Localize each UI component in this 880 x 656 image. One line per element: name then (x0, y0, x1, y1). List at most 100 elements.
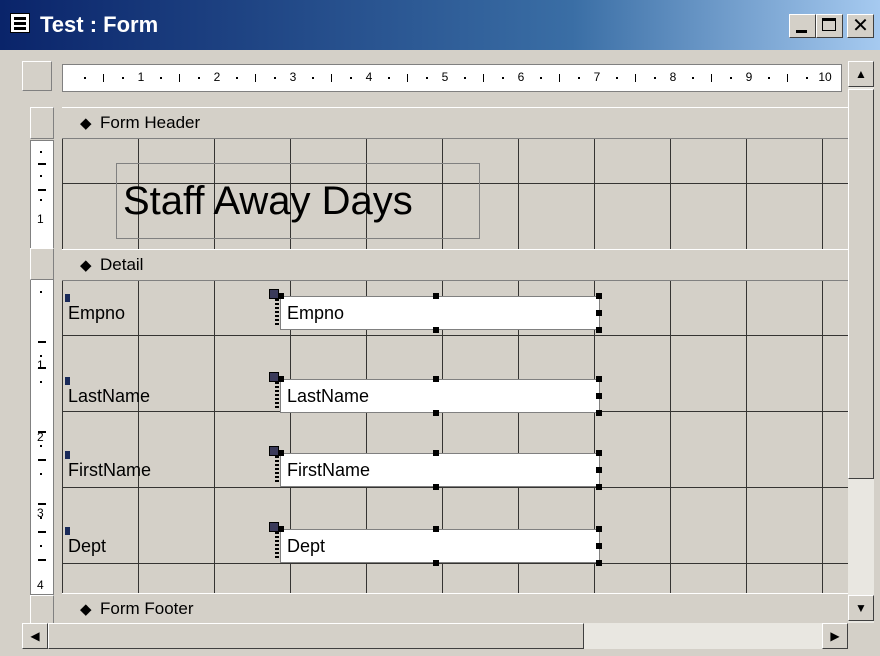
scroll-down-button[interactable]: ▼ (848, 595, 874, 621)
minimize-icon (796, 30, 807, 33)
field-label-text: Dept (68, 536, 107, 556)
ruler-tick (38, 559, 46, 561)
form-header-bar[interactable]: ◆ Form Header (62, 107, 848, 139)
field-label-text: LastName (68, 386, 151, 406)
dept-label[interactable]: Dept (65, 527, 107, 561)
ruler-tick (40, 291, 42, 293)
ruler-tick (616, 77, 618, 79)
ruler-number: 10 (818, 70, 832, 84)
lastname-textbox[interactable]: LastName (269, 372, 602, 416)
maximize-icon (822, 18, 836, 31)
ruler-number: 2 (37, 430, 44, 444)
ruler-tick (40, 545, 42, 547)
ruler-tick (40, 199, 42, 201)
ruler-tick (198, 77, 200, 79)
ruler-number: 5 (441, 70, 449, 84)
firstname-label[interactable]: FirstName (65, 451, 151, 485)
vertical-scrollbar[interactable]: ▲ ▼ (848, 61, 874, 623)
horizontal-ruler[interactable]: 1 2 3 4 5 6 7 8 9 10 (62, 64, 842, 92)
ruler-number: 4 (37, 578, 44, 592)
textbox-value: FirstName (287, 460, 371, 480)
detail-section-selector[interactable] (30, 248, 54, 280)
ruler-tick (635, 74, 636, 82)
ruler-tick (350, 77, 352, 79)
minimize-button[interactable] (789, 14, 816, 38)
ruler-tick (38, 503, 46, 505)
ruler-tick (578, 77, 580, 79)
ruler-tick (40, 473, 42, 475)
horizontal-scrollbar[interactable]: ◀ ▶ (22, 623, 848, 649)
firstname-textbox[interactable]: FirstName (269, 446, 602, 490)
ruler-tick (38, 459, 46, 461)
ruler-number: 1 (37, 212, 44, 226)
footer-section-selector[interactable] (30, 595, 54, 623)
vertical-scroll-thumb[interactable] (848, 89, 874, 479)
form-footer-bar[interactable]: ◆ Form Footer (62, 593, 848, 623)
window-title: Test : Form (40, 12, 159, 37)
ruler-tick (540, 77, 542, 79)
arrow-down-bar-icon: ◆ (80, 115, 92, 132)
ruler-number: 6 (517, 70, 525, 84)
design-surface[interactable]: ◆ Form Header Staff Away Days ◆ Detail Emp… (62, 107, 848, 623)
ruler-tick (40, 175, 42, 177)
ruler-tick (38, 189, 46, 191)
close-icon: ✕ (852, 13, 869, 37)
detail-label: Detail (100, 255, 144, 274)
ruler-tick (40, 381, 42, 383)
ruler-tick (692, 77, 694, 79)
ruler-tick (40, 445, 42, 447)
scroll-up-button[interactable]: ▲ (848, 61, 874, 87)
ruler-tick (331, 74, 332, 82)
size-grip (848, 623, 874, 649)
empno-textbox[interactable]: Empno (269, 289, 602, 333)
ruler-tick (236, 77, 238, 79)
maximize-button[interactable] (816, 14, 843, 38)
dept-textbox[interactable]: Dept (269, 522, 602, 566)
title-bar[interactable]: Test : Form ✕ (0, 0, 880, 50)
arrow-right-icon: ▶ (830, 629, 840, 643)
ruler-tick (787, 74, 788, 82)
textbox-value: Empno (287, 303, 345, 323)
ruler-tick (806, 77, 808, 79)
ruler-tick (730, 77, 732, 79)
horizontal-scroll-thumb[interactable] (48, 623, 584, 649)
scroll-left-button[interactable]: ◀ (22, 623, 48, 649)
ruler-number: 7 (593, 70, 601, 84)
ruler-number: 4 (365, 70, 373, 84)
ruler-tick (38, 341, 46, 343)
scroll-right-button[interactable]: ▶ (822, 623, 848, 649)
ruler-tick (40, 355, 42, 357)
ruler-tick (160, 77, 162, 79)
ruler-tick (312, 77, 314, 79)
ruler-tick (559, 74, 560, 82)
arrow-up-icon: ▲ (855, 67, 867, 81)
form-selector[interactable] (22, 61, 52, 91)
ruler-tick (84, 77, 86, 79)
header-section-selector[interactable] (30, 107, 54, 139)
ruler-tick (426, 77, 428, 79)
ruler-tick (464, 77, 466, 79)
ruler-number: 3 (289, 70, 297, 84)
ruler-tick (407, 74, 408, 82)
ruler-tick (274, 77, 276, 79)
form-title-label[interactable]: Staff Away Days (116, 163, 480, 239)
lastname-label[interactable]: LastName (65, 377, 151, 411)
arrow-left-icon: ◀ (30, 629, 40, 643)
ruler-tick (179, 74, 180, 82)
field-label-text: Empno (68, 303, 126, 323)
ruler-tick (768, 77, 770, 79)
ruler-tick (711, 74, 712, 82)
empno-label[interactable]: Empno (65, 294, 126, 328)
ruler-number: 9 (745, 70, 753, 84)
ruler-number: 2 (213, 70, 221, 84)
form-icon[interactable] (10, 13, 30, 33)
arrow-down-bar-icon: ◆ (80, 601, 92, 618)
textbox-value: LastName (287, 386, 370, 406)
ruler-tick (38, 163, 46, 165)
detail-bar[interactable]: ◆ Detail (62, 249, 848, 281)
vertical-ruler[interactable]: 1 1 2 3 4 (30, 140, 54, 595)
close-button[interactable]: ✕ (847, 13, 874, 38)
ruler-number: 3 (37, 506, 44, 520)
ruler-tick (654, 77, 656, 79)
ruler-number: 1 (137, 70, 145, 84)
